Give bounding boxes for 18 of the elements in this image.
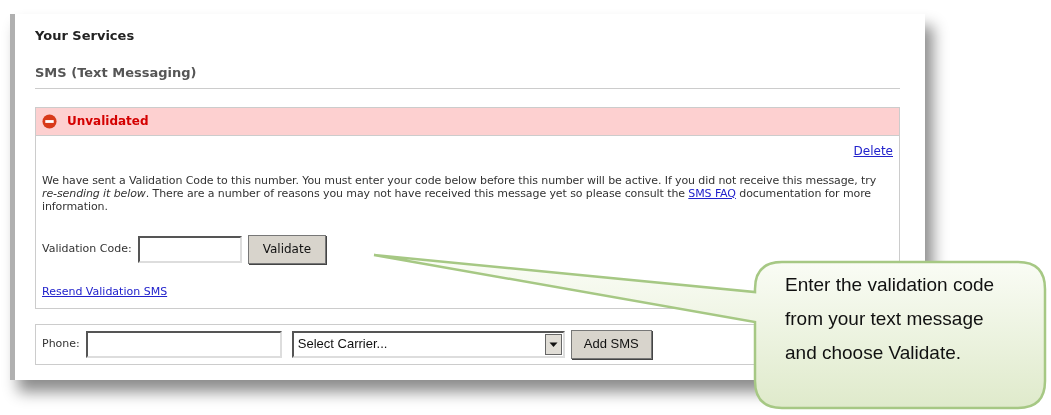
carrier-select[interactable]: Select Carrier...	[291, 330, 565, 358]
section-title: SMS (Text Messaging)	[35, 64, 197, 80]
callout-text: from your text message	[785, 307, 985, 331]
phone-label: Phone:	[42, 335, 80, 352]
faq-link[interactable]: SMS FAQ	[688, 186, 736, 200]
phone-field[interactable]	[85, 330, 282, 358]
page-title: Your Services	[35, 27, 136, 45]
callout-text: and choose Validate.	[785, 341, 963, 365]
error-icon	[42, 113, 57, 129]
status-label: Unvalidated	[67, 113, 149, 130]
message-text: We have sent a Validation Code to this number. You must enter your code below before this number will be active. If you did not receive this message, try re-sending it below. There are a number of reasons you may not have received this message yet so please consult the SMS FAQ documentation for more information.	[42, 173, 878, 213]
resend-link[interactable]: Resend Validation SMS	[42, 284, 168, 298]
delete-link[interactable]: Delete	[853, 141, 893, 160]
callout-text: Enter the validation code	[785, 273, 995, 297]
validation-code-field[interactable]	[137, 235, 242, 263]
add-sms-button[interactable]: Add SMS	[570, 329, 652, 359]
validation-label: Validation Code:	[42, 240, 132, 257]
validate-button[interactable]: Validate	[247, 234, 327, 264]
